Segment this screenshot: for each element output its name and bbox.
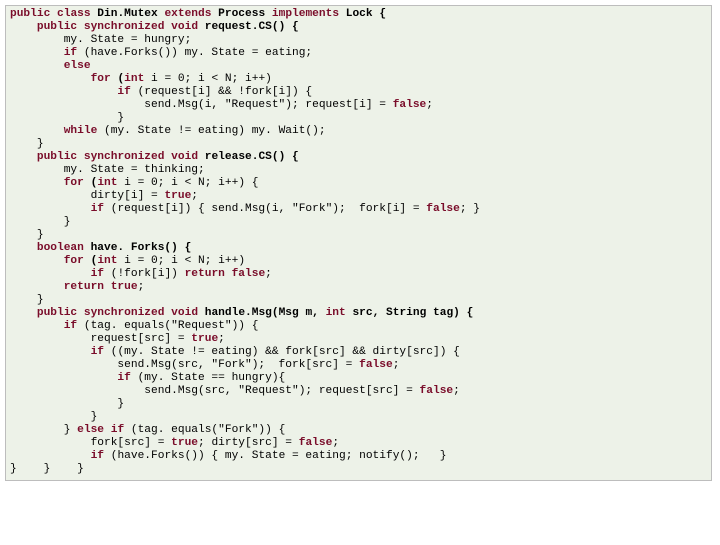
kw-return-false: return false: [185, 268, 266, 280]
kw-int: int: [124, 73, 144, 85]
kw-void: void: [171, 21, 198, 33]
kw-synchronized: synchronized: [84, 21, 165, 33]
kw-implements: implements: [272, 8, 339, 20]
kw-for: for: [91, 73, 111, 85]
kw-false: false: [393, 99, 427, 111]
kw-else-if: else if: [77, 424, 124, 436]
kw-return-true: return true: [64, 281, 138, 293]
kw-class: class: [57, 8, 91, 20]
kw-extends: extends: [164, 8, 211, 20]
kw-while: while: [64, 125, 98, 137]
code-block: public class Din.Mutex extends Process i…: [5, 5, 712, 481]
kw-public: public: [10, 8, 50, 20]
kw-if: if: [64, 47, 77, 59]
kw-boolean: boolean: [37, 242, 84, 254]
kw-else: else: [64, 60, 91, 72]
kw-true: true: [164, 190, 191, 202]
